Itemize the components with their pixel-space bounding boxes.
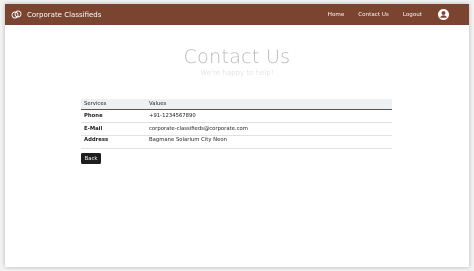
table-row: Address Bagmane Solarium City Neon bbox=[81, 136, 392, 149]
service-cell: E-Mail bbox=[84, 126, 103, 132]
navbar: Corporate Classifieds Home Contact Us Lo… bbox=[5, 4, 469, 25]
value-cell: +91-1234567890 bbox=[149, 113, 196, 119]
brand-link[interactable]: Corporate Classifieds bbox=[11, 4, 101, 25]
column-header-values: Values bbox=[149, 101, 167, 107]
service-cell: Phone bbox=[84, 113, 103, 119]
contact-table: Services Values Phone +91-1234567890 E-M… bbox=[81, 99, 392, 149]
nav-contact-link[interactable]: Contact Us bbox=[358, 12, 389, 18]
column-header-services: Services bbox=[84, 101, 107, 107]
value-cell: corporate-classifieds@corporate.com bbox=[149, 126, 248, 132]
back-button[interactable]: Back bbox=[81, 153, 101, 164]
table-row: Phone +91-1234567890 bbox=[81, 110, 392, 123]
table-row: E-Mail corporate-classifieds@corporate.c… bbox=[81, 123, 392, 136]
page-title: Contact Us bbox=[183, 46, 291, 68]
rings-logo-icon bbox=[11, 10, 22, 19]
nav-home-link[interactable]: Home bbox=[328, 12, 345, 18]
page-subtitle: We're happy to help! bbox=[200, 69, 274, 77]
value-cell: Bagmane Solarium City Neon bbox=[149, 137, 228, 143]
nav-links: Home Contact Us Logout bbox=[328, 4, 469, 25]
user-avatar-icon[interactable] bbox=[438, 9, 449, 20]
service-cell: Address bbox=[84, 137, 109, 143]
app-window: Corporate Classifieds Home Contact Us Lo… bbox=[5, 4, 469, 267]
brand-name: Corporate Classifieds bbox=[27, 10, 102, 19]
nav-logout-link[interactable]: Logout bbox=[403, 12, 422, 18]
table-header-row: Services Values bbox=[81, 99, 392, 110]
